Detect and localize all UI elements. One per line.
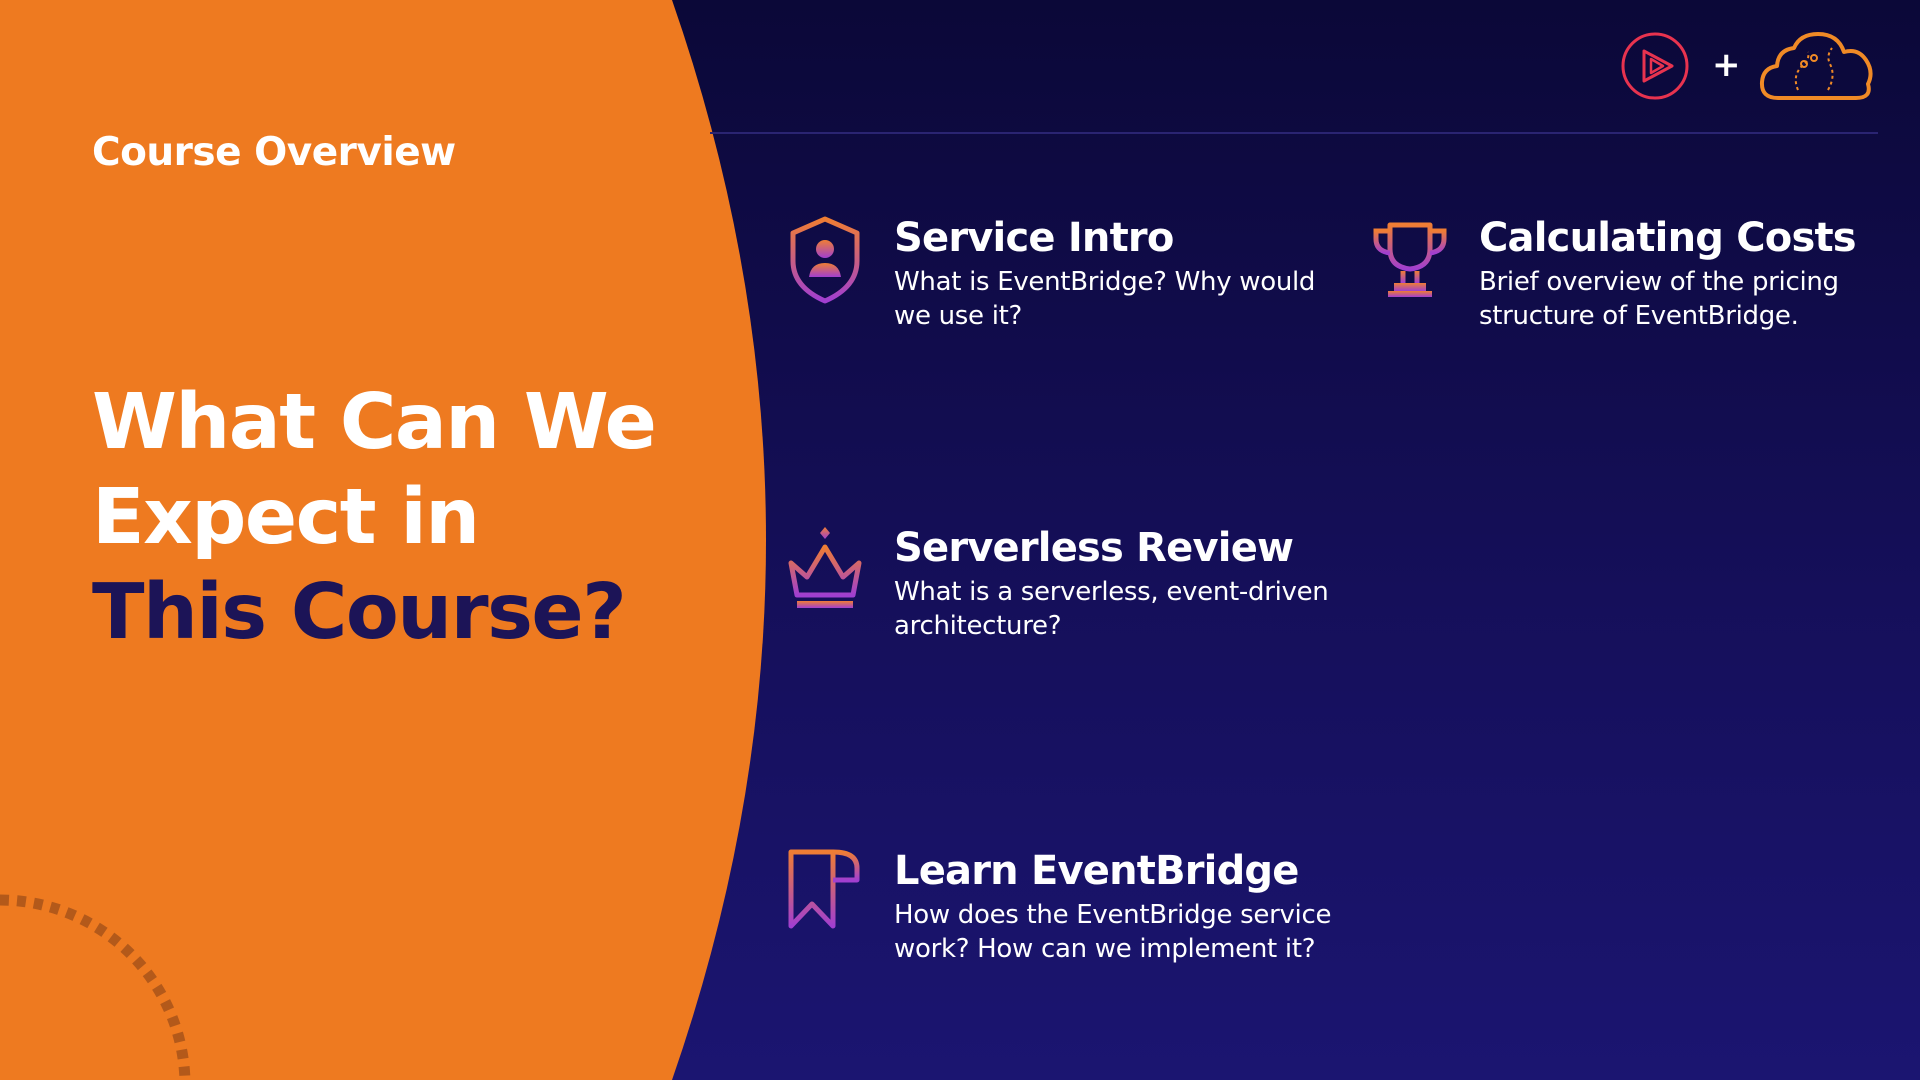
shield-user-icon: [790, 216, 860, 304]
course-overview-slide: Course Overview What Can We Expect in Th…: [0, 0, 1920, 1080]
topic-description-line: work? How can we implement it?: [894, 934, 1316, 964]
bookmark-icon: [788, 849, 860, 929]
topic-title: Learn EventBridge: [894, 848, 1299, 894]
trophy-icon: [1373, 222, 1447, 297]
topic-description-line: we use it?: [894, 301, 1023, 331]
main-title: What Can We Expect in This Course?: [92, 375, 657, 660]
cloud-icon: [1759, 32, 1873, 100]
topic-description-line: structure of EventBridge.: [1479, 301, 1799, 331]
topic-description-line: Brief overview of the pricing: [1479, 267, 1839, 297]
brand-logos: +: [1620, 28, 1880, 108]
topic-title: Serverless Review: [894, 525, 1294, 571]
topic-description: How does the EventBridge service work? H…: [894, 898, 1331, 966]
topic-description-line: What is EventBridge? Why would: [894, 267, 1316, 297]
main-title-line-3: This Course?: [92, 568, 627, 657]
play-circle-icon: [1621, 32, 1689, 100]
topic-description-line: architecture?: [894, 611, 1062, 641]
topic-description: Brief overview of the pricing structure …: [1479, 265, 1839, 333]
crown-icon: [788, 527, 862, 608]
topic-description-line: How does the EventBridge service: [894, 900, 1332, 930]
topic-description-line: What is a serverless, event-driven: [894, 577, 1329, 607]
header-divider: [710, 132, 1878, 134]
plus-sign: +: [1712, 45, 1741, 85]
topic-description: What is a serverless, event-driven archi…: [894, 575, 1329, 643]
section-label: Course Overview: [92, 130, 456, 175]
main-title-line-2: Expect in: [92, 473, 480, 562]
topic-title: Service Intro: [894, 215, 1174, 261]
main-title-line-1: What Can We: [92, 378, 657, 467]
topic-description: What is EventBridge? Why would we use it…: [894, 265, 1315, 333]
topic-title: Calculating Costs: [1479, 215, 1857, 261]
